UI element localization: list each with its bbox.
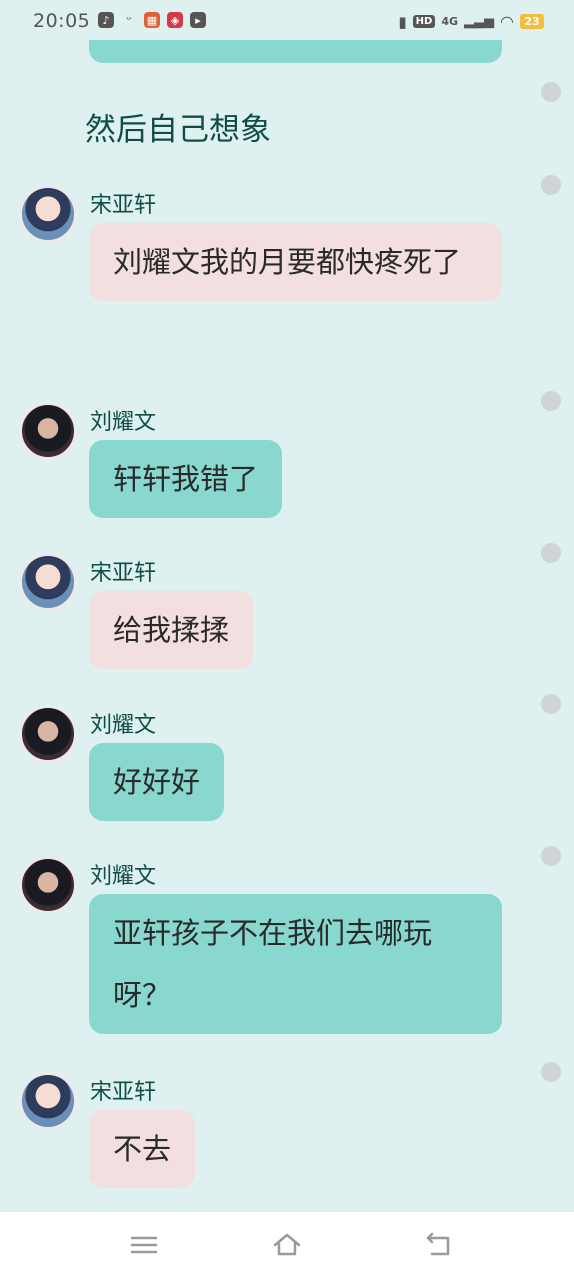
tiktok-icon: ♪ [98, 12, 114, 28]
sender-name: 刘耀文 [90, 410, 157, 435]
avatar[interactable] [20, 186, 76, 242]
select-radio[interactable] [541, 391, 561, 411]
message-bubble[interactable]: 亚轩孩子不在我们去哪玩呀？ [89, 894, 502, 1034]
back-icon[interactable] [424, 1230, 454, 1260]
previous-message-bubble[interactable] [89, 40, 502, 63]
message-bubble[interactable]: 好好好 [89, 743, 225, 821]
select-radio[interactable] [541, 543, 561, 563]
sender-name: 刘耀文 [90, 864, 157, 889]
notification-icons: ♪ ᵕ ▦ ◈ ▸ [98, 12, 206, 28]
narration-text: 然后自己想象 [85, 112, 271, 148]
message-bubble[interactable]: 不去 [89, 1110, 196, 1188]
select-radio[interactable] [541, 1062, 561, 1082]
avatar[interactable] [20, 554, 76, 610]
avatar[interactable] [20, 1073, 76, 1129]
message-bubble[interactable]: 给我揉揉 [89, 591, 254, 669]
app-notification-icon-2: ◈ [167, 12, 183, 28]
message-bubble[interactable]: 轩轩我错了 [89, 440, 283, 518]
status-icons: ▮ HD 4G ▂▃▅ ◠ 23 [398, 12, 544, 31]
network-label: 4G [441, 15, 459, 28]
sender-name: 宋亚轩 [90, 1080, 157, 1105]
avatar[interactable] [20, 403, 76, 459]
wifi-icon: ◠ [500, 12, 514, 31]
status-time: 20:05 [33, 10, 91, 32]
sender-name: 刘耀文 [90, 713, 157, 738]
avatar[interactable] [20, 706, 76, 762]
play-icon: ▸ [190, 12, 206, 28]
signal-icon: ▂▃▅ [464, 14, 495, 29]
sender-name: 宋亚轩 [90, 561, 157, 586]
status-bar: 20:05 ♪ ᵕ ▦ ◈ ▸ ▮ HD 4G ▂▃▅ ◠ 23 [0, 0, 574, 44]
bilibili-icon: ᵕ [126, 12, 132, 28]
app-notification-icon: ▦ [144, 12, 160, 28]
home-icon[interactable] [272, 1230, 302, 1260]
select-radio[interactable] [541, 694, 561, 714]
hd-icon: HD [412, 15, 436, 28]
select-radio[interactable] [541, 175, 561, 195]
sender-name: 宋亚轩 [90, 193, 157, 218]
menu-icon[interactable] [129, 1230, 159, 1260]
select-radio[interactable] [541, 846, 561, 866]
select-radio[interactable] [541, 82, 561, 102]
avatar[interactable] [20, 857, 76, 913]
vibrate-icon: ▮ [398, 12, 407, 31]
system-nav-bar [0, 1212, 574, 1280]
message-bubble[interactable]: 刘耀文我的月要都快疼死了 [89, 223, 502, 301]
battery-icon: 23 [520, 14, 544, 29]
